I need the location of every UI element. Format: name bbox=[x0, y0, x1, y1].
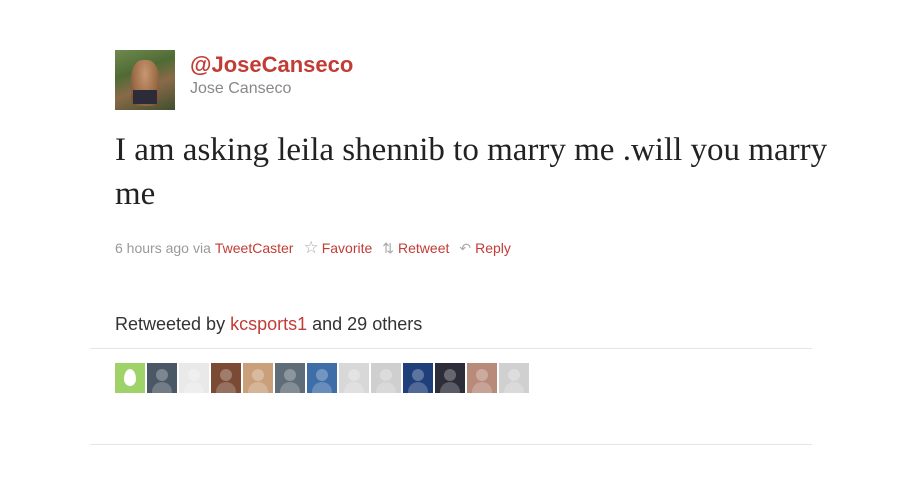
user-display-name: Jose Canseco bbox=[190, 80, 292, 97]
avatar-shoulders bbox=[344, 382, 364, 393]
retweeted-by-prefix: Retweeted by bbox=[115, 314, 226, 334]
reply-icon: ↶ bbox=[459, 239, 472, 256]
tweet-text: I am asking leila shennib to marry me .w… bbox=[115, 132, 828, 212]
retweeter-avatar[interactable] bbox=[147, 363, 177, 393]
avatar-silhouette bbox=[252, 369, 264, 381]
avatar-silhouette bbox=[188, 369, 200, 381]
retweeter-avatars bbox=[115, 363, 529, 393]
tweet-meta: 6 hours ago via TweetCaster ☆ Favorite ⇅… bbox=[115, 238, 511, 258]
avatar-shoulders bbox=[216, 382, 236, 393]
retweeted-by-suffix: and 29 others bbox=[312, 314, 423, 334]
retweeter-avatar[interactable] bbox=[339, 363, 369, 393]
avatar-silhouette bbox=[380, 369, 392, 381]
retweet-icon: ⇅ bbox=[382, 239, 395, 256]
favorite-label: Favorite bbox=[321, 240, 373, 256]
user-handle-link[interactable]: @JoseCanseco bbox=[190, 52, 353, 78]
retweeter-avatar[interactable] bbox=[211, 363, 241, 393]
egg-avatar-icon[interactable] bbox=[115, 363, 145, 393]
avatar-silhouette bbox=[316, 369, 328, 381]
avatar-shoulders bbox=[248, 382, 268, 393]
avatar-shoulders bbox=[472, 382, 492, 393]
avatar-silhouette bbox=[156, 369, 168, 381]
avatar-shoulders bbox=[504, 382, 524, 393]
retweeter-avatar[interactable] bbox=[275, 363, 305, 393]
divider bbox=[90, 348, 812, 349]
avatar-shoulders bbox=[408, 382, 428, 393]
avatar-shoulders bbox=[376, 382, 396, 393]
tweet-timestamp-link[interactable]: 6 hours ago bbox=[115, 240, 189, 256]
via-app-link[interactable]: TweetCaster bbox=[215, 240, 294, 256]
retweeter-avatar[interactable] bbox=[243, 363, 273, 393]
retweeted-by: Retweeted by kcsports1 and 29 others bbox=[115, 314, 422, 335]
avatar-silhouette bbox=[476, 369, 488, 381]
retweeter-avatar[interactable] bbox=[499, 363, 529, 393]
avatar-silhouette bbox=[220, 369, 232, 381]
egg-icon bbox=[124, 369, 136, 386]
retweeter-avatar[interactable] bbox=[435, 363, 465, 393]
retweeter-avatar[interactable] bbox=[371, 363, 401, 393]
retweeter-avatar[interactable] bbox=[179, 363, 209, 393]
retweet-label: Retweet bbox=[398, 240, 450, 256]
avatar-shoulders bbox=[152, 382, 172, 393]
avatar-shoulders bbox=[312, 382, 332, 393]
reply-label: Reply bbox=[475, 240, 511, 256]
retweeter-avatar[interactable] bbox=[307, 363, 337, 393]
reply-button[interactable]: ↶ Reply bbox=[459, 240, 511, 257]
avatar-silhouette bbox=[284, 369, 296, 381]
star-icon: ☆ bbox=[303, 238, 319, 257]
avatar-silhouette bbox=[444, 369, 456, 381]
avatar-shoulders bbox=[440, 382, 460, 393]
retweeter-avatar[interactable] bbox=[467, 363, 497, 393]
profile-avatar[interactable] bbox=[115, 50, 175, 110]
avatar-shoulders bbox=[184, 382, 204, 393]
avatar-silhouette bbox=[348, 369, 360, 381]
avatar-silhouette bbox=[412, 369, 424, 381]
retweet-button[interactable]: ⇅ Retweet bbox=[382, 240, 449, 257]
via-label: via bbox=[192, 240, 211, 256]
avatar-silhouette bbox=[508, 369, 520, 381]
retweeter-avatar[interactable] bbox=[403, 363, 433, 393]
retweeter-link[interactable]: kcsports1 bbox=[230, 314, 307, 334]
avatar-figure-shorts bbox=[133, 90, 157, 104]
favorite-button[interactable]: ☆ Favorite bbox=[303, 238, 372, 258]
avatar-shoulders bbox=[280, 382, 300, 393]
divider bbox=[90, 444, 812, 445]
